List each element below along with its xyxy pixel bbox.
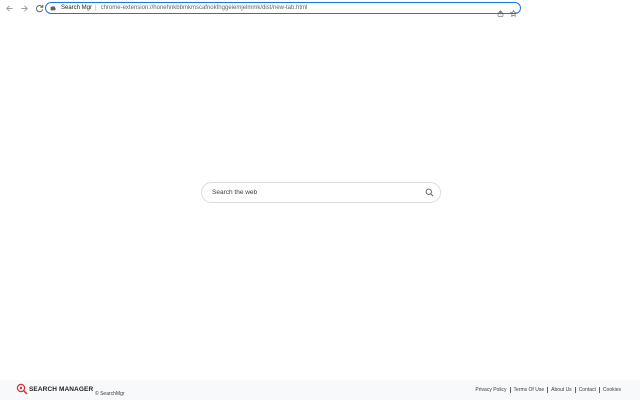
search-manager-logo[interactable]: SEARCH MANAGER [16,383,93,395]
contact-link[interactable]: Contact [574,387,599,393]
search-icon [425,188,434,197]
share-icon[interactable] [497,4,504,22]
privacy-policy-link[interactable]: Privacy Policy [472,387,509,393]
magnifier-logo-icon [16,383,28,395]
logo-text: SEARCH MANAGER [29,385,94,393]
search-input[interactable] [212,189,412,196]
browser-toolbar: Search Mgr | chrome-extension://honehnkb… [0,0,640,17]
terms-of-use-link[interactable]: Terms Of Use [509,387,548,393]
reload-icon [35,4,43,13]
footer: SEARCH MANAGER © SearchMgr Privacy Polic… [0,380,640,400]
back-button[interactable] [2,2,16,16]
reload-button[interactable] [32,2,46,16]
about-us-link[interactable]: About Us [547,387,575,393]
url-separator: | [95,5,97,11]
footer-links: Privacy Policy Terms Of Use About Us Con… [472,387,624,393]
arrow-right-icon [20,5,28,12]
cookies-link[interactable]: Cookies [598,387,624,393]
forward-button[interactable] [17,2,31,16]
search-button[interactable] [424,187,435,198]
copyright: © SearchMgr [95,391,125,397]
search-box [201,182,441,203]
arrow-left-icon [5,5,13,12]
address-bar[interactable]: Search Mgr | chrome-extension://honehnkb… [45,2,521,17]
new-tab-page: Search Mgr | chrome-extension://honehnkb… [0,0,640,400]
url-text[interactable]: chrome-extension://honehnkbbmkmscafnokfn… [101,5,308,11]
puzzle-icon[interactable] [50,4,58,12]
star-icon[interactable] [509,4,518,22]
site-name: Search Mgr [61,5,93,11]
